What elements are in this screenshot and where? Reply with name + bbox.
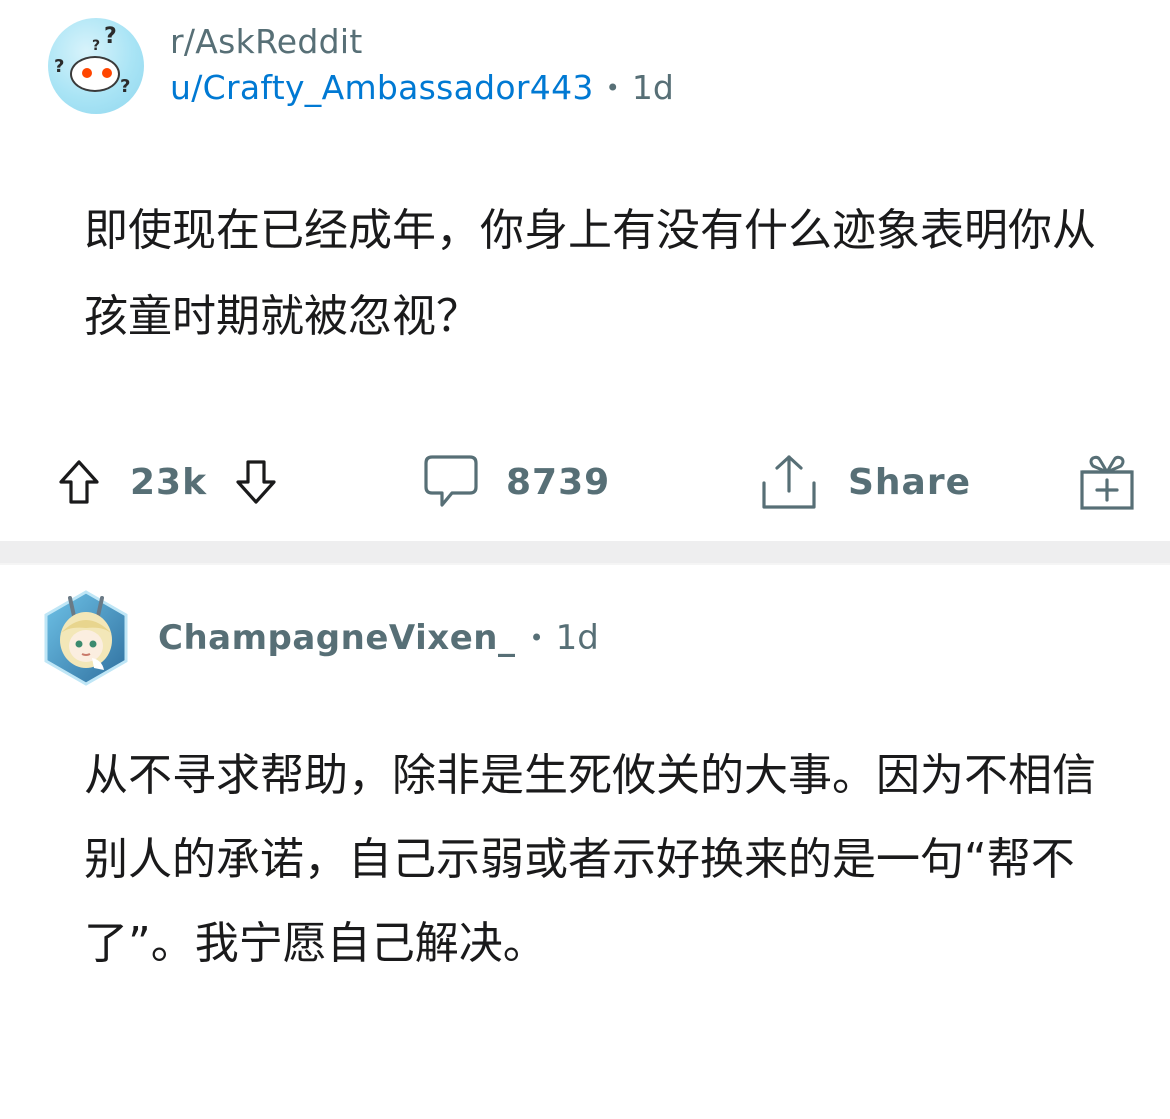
author-line: u/Crafty_Ambassador443 • 1d [170,64,674,112]
comment-author-name[interactable]: ChampagneVixen_ [158,618,515,658]
comment: ChampagneVixen_ • 1d 从不寻求帮助，除非是生死攸关的大事。因… [0,566,1170,1119]
post-meta: r/AskReddit u/Crafty_Ambassador443 • 1d [170,20,674,112]
comment-age: 1d [555,618,599,658]
meta-separator: • [605,74,620,102]
downvote-arrow-icon[interactable] [233,457,279,507]
comment-meta: ChampagneVixen_ • 1d [158,618,599,658]
question-mark-icon: ? [92,38,101,54]
vote-group: 23k [56,457,296,507]
share-button[interactable]: Share [760,453,1020,511]
award-button[interactable] [1078,452,1136,512]
comment-author-avatar[interactable] [40,588,132,688]
post-action-bar: 23k 8739 Share [56,446,1136,518]
section-divider [0,541,1170,565]
upvote-arrow-icon[interactable] [56,457,102,507]
question-mark-icon: ? [54,56,65,77]
vote-count: 23k [130,461,208,503]
hexagon-anime-avatar-icon [44,590,128,686]
snoo-eye-icon [82,68,92,78]
reddit-post-page: ? ? ? ? r/AskReddit u/Crafty_Ambassador4… [0,0,1170,1119]
comment-count: 8739 [506,461,611,503]
post-author-link[interactable]: u/Crafty_Ambassador443 [170,64,594,112]
post-title[interactable]: 即使现在已经成年，你身上有没有什么迹象表明你从孩童时期就被忽视？ [84,188,1104,360]
comment-body: 从不寻求帮助，除非是生死攸关的大事。因为不相信别人的承诺，自己示弱或者示好换来的… [84,750,1096,969]
comment-bubble-icon [422,453,480,511]
post-card: ? ? ? ? r/AskReddit u/Crafty_Ambassador4… [0,0,1170,540]
snoo-eye-icon [102,68,112,78]
post-age: 1d [631,68,674,107]
question-mark-icon: ? [104,24,117,49]
gift-award-icon [1078,452,1136,512]
question-mark-icon: ? [120,76,131,97]
share-label: Share [848,461,972,503]
meta-separator: • [529,624,544,652]
subreddit-name[interactable]: r/AskReddit [170,20,674,64]
subreddit-avatar[interactable]: ? ? ? ? [48,18,144,114]
comment-header: ChampagneVixen_ • 1d [40,588,599,688]
post-header: ? ? ? ? r/AskReddit u/Crafty_Ambassador4… [48,16,674,116]
share-upload-icon [760,453,818,511]
snoo-head-icon [70,56,120,92]
comments-button[interactable]: 8739 [422,453,682,511]
